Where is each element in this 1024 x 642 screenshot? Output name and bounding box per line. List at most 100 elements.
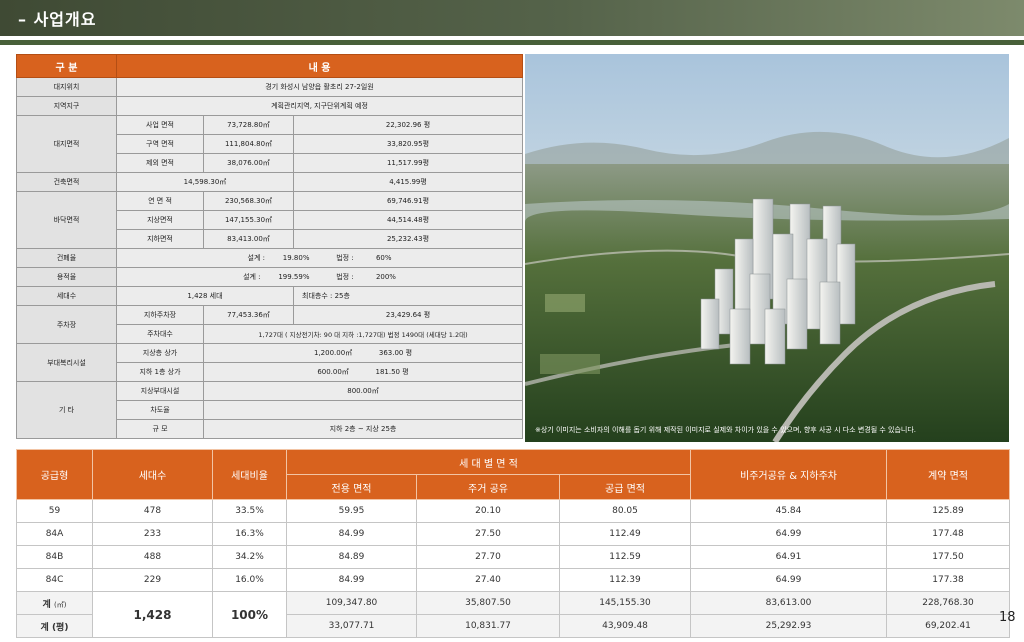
- households-row: 세대수 1,428 세대 최대층수 : 25층: [16, 286, 524, 306]
- parking-count-value: 1,727대 ( 지상전기차: 90 대 지하 :1,727대) 법정 1490…: [202, 324, 524, 344]
- building-area-row: 건축면적 14,598.30㎡ 4,415.99평: [16, 172, 524, 192]
- header-bar: – 사업개요: [0, 0, 1024, 36]
- site-area-m2: 73,728.80㎡: [203, 115, 294, 135]
- coverage-label: 건폐율: [16, 248, 117, 268]
- floor-area-m2: 230,568.30㎡: [203, 191, 294, 211]
- parking-label: 주차장: [16, 305, 117, 344]
- type-cell: 84A: [16, 522, 93, 546]
- exclusive-cell: 84.99: [286, 568, 417, 592]
- total-exclusive-m2: 109,347.80: [286, 591, 417, 615]
- building-area-pyeong: 4,415.99평: [292, 172, 524, 192]
- etc-name: 지상부대시설: [116, 381, 204, 401]
- site-area-pyeong: 11,517.99평: [292, 153, 524, 173]
- parking-cell: 64.91: [690, 545, 887, 569]
- max-floors: 최대층수 : 25층: [292, 286, 524, 306]
- ratio-cell: 16.0%: [212, 568, 287, 592]
- exclusive-cell: 84.99: [286, 522, 417, 546]
- contract-header: 계약 면적: [886, 449, 1010, 500]
- parking-header: 비주거공유 & 지하주차: [690, 449, 887, 500]
- parking-cell: 64.99: [690, 522, 887, 546]
- type-cell: 84B: [16, 545, 93, 569]
- image-caption: ※상기 이미지는 소비자의 이해를 돕기 위해 제작된 이미지로 실제와 차이가…: [535, 425, 916, 434]
- table-row: 84C 229 16.0% 84.99 27.40 112.39 64.99 1…: [16, 568, 1010, 592]
- supply-cell: 112.59: [559, 545, 691, 569]
- table-row: 84A 233 16.3% 84.99 27.50 112.49 64.99 1…: [16, 522, 1010, 546]
- parking-count-name: 주차대수: [116, 324, 204, 344]
- floor-area-name: 지하면적: [116, 229, 204, 249]
- coverage-legal: 60%: [375, 254, 392, 262]
- etc-value: 800.00㎡: [202, 381, 524, 401]
- total-shared-py: 10,831.77: [416, 614, 560, 638]
- households-cell: 478: [92, 499, 213, 523]
- total-ratio: 100%: [212, 591, 287, 638]
- etc-value: 지하 2층 ~ 지상 25층: [202, 419, 524, 439]
- far-design-label: 설계 :: [243, 273, 261, 281]
- parking-cell: 64.99: [690, 568, 887, 592]
- total-py-label: 계 (평): [16, 614, 93, 638]
- shared-cell: 27.40: [416, 568, 560, 592]
- overview-col-header: 구 분: [16, 54, 117, 78]
- coverage-legal-label: 법정 :: [336, 254, 354, 262]
- total-households: 1,428: [92, 591, 213, 638]
- building-area-label: 건축면적: [16, 172, 117, 192]
- total-exclusive-py: 33,077.71: [286, 614, 417, 638]
- coverage-value: 설계 : 19.80% 법정 : 60%: [115, 248, 524, 268]
- total-contract-py: 69,202.41: [886, 614, 1010, 638]
- households-label: 세대수: [16, 286, 117, 306]
- households-value: 1,428 세대: [116, 286, 294, 306]
- supply-cell: 80.05: [559, 499, 691, 523]
- total-shared-m2: 35,807.50: [416, 591, 560, 615]
- supply-cell: 112.49: [559, 522, 691, 546]
- contract-cell: 125.89: [886, 499, 1010, 523]
- etc-name: 규 모: [116, 419, 204, 439]
- households-header: 세대수: [92, 449, 213, 500]
- type-cell: 84C: [16, 568, 93, 592]
- total-supply-m2: 145,155.30: [559, 591, 691, 615]
- type-cell: 59: [16, 499, 93, 523]
- far-value: 설계 : 199.59% 법정 : 200%: [115, 267, 524, 287]
- aerial-rendering-image: ※상기 이미지는 소비자의 이해를 돕기 위해 제작된 이미지로 실제와 차이가…: [525, 54, 1009, 442]
- shared-header: 주거 공유: [416, 474, 560, 500]
- ratio-header: 세대비율: [212, 449, 287, 500]
- floor-area-pyeong: 25,232.43평: [292, 229, 524, 249]
- amenity-row: 부대복리시설 지상층 상가 1,200.00㎡ 363.00 평: [16, 343, 524, 382]
- table-row: 84B 488 34.2% 84.89 27.70 112.59 64.91 1…: [16, 545, 1010, 569]
- floor-area-pyeong: 69,746.91평: [292, 191, 524, 211]
- total-parking-m2: 83,613.00: [690, 591, 887, 615]
- supply-header: 공급 면적: [559, 474, 691, 500]
- amenity-label: 부대복리시설: [16, 343, 117, 382]
- amenity-pyeong: 181.50 평: [375, 368, 409, 376]
- floor-area-row: 바닥면적 연 면 적 230,568.30㎡ 69,746.91평: [16, 191, 524, 249]
- households-cell: 233: [92, 522, 213, 546]
- parking-area-name: 지하주차장: [116, 305, 204, 325]
- overview-content-header: 내 용: [115, 54, 524, 78]
- amenity-name: 지상층 상가: [116, 343, 204, 363]
- coverage-design-label: 설계 :: [247, 254, 265, 262]
- type-header: 공급형: [16, 449, 93, 500]
- page-title: – 사업개요: [18, 10, 97, 29]
- site-area-pyeong: 22,302.96 평: [292, 115, 524, 135]
- contract-cell: 177.50: [886, 545, 1010, 569]
- supply-table: 공급형 세대수 세대비율 세 대 별 면 적 비주거공유 & 지하주차 계약 면…: [16, 449, 1010, 638]
- site-area-name: 구역 면적: [116, 134, 204, 154]
- far-design: 199.59%: [278, 273, 310, 281]
- households-cell: 229: [92, 568, 213, 592]
- site-area-m2: 111,804.80㎡: [203, 134, 294, 154]
- floor-area-name: 연 면 적: [116, 191, 204, 211]
- total-m2-unit: (㎡): [53, 600, 67, 609]
- exclusive-cell: 84.89: [286, 545, 417, 569]
- shared-cell: 20.10: [416, 499, 560, 523]
- site-location-value: 경기 화성시 남양읍 활초리 27-2일원: [115, 77, 524, 97]
- floor-area-label: 바닥면적: [16, 191, 117, 249]
- amenity-m2: 1,200.00㎡: [313, 349, 353, 357]
- site-location-row: 대지위치 경기 화성시 남양읍 활초리 27-2일원: [16, 77, 524, 97]
- parking-row: 주차장 지하주차장 77,453.36㎡ 23,429.64 평: [16, 305, 524, 344]
- etc-value: [202, 400, 524, 420]
- shared-cell: 27.70: [416, 545, 560, 569]
- site-area-pyeong: 33,820.95평: [292, 134, 524, 154]
- building-area-m2: 14,598.30㎡: [116, 172, 294, 192]
- amenity-value: 1,200.00㎡ 363.00 평: [202, 343, 524, 363]
- total-m2-row: 계 (㎡) 1,428 100% 109,347.80 35,807.50 14…: [16, 591, 1010, 638]
- site-location-label: 대지위치: [16, 77, 117, 97]
- far-legal-label: 법정 :: [336, 273, 354, 281]
